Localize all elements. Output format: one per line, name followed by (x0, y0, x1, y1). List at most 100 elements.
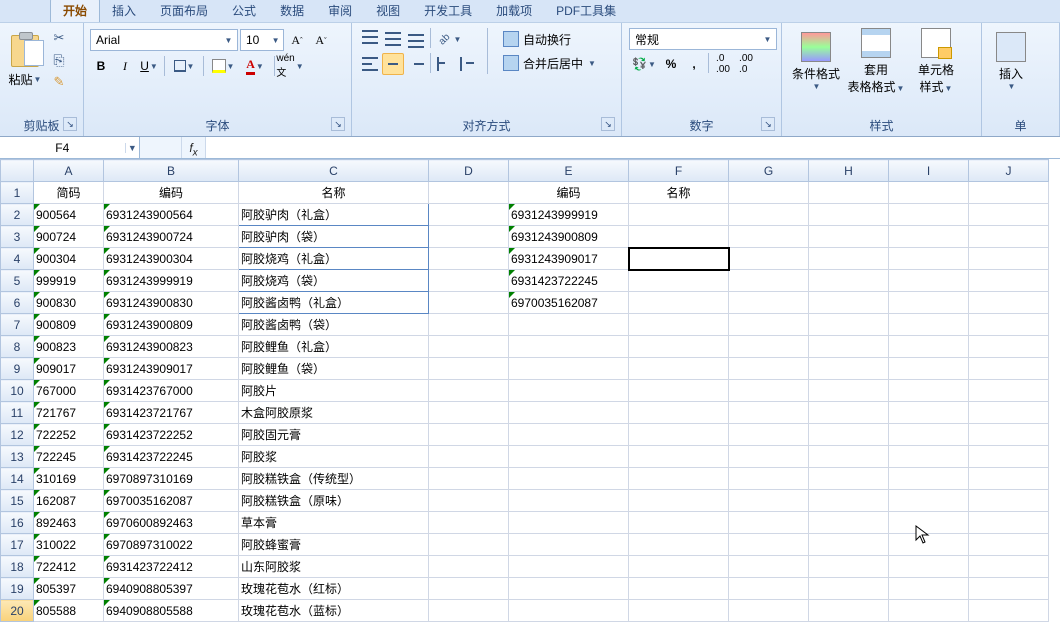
borders-button[interactable]: ▼ (169, 55, 199, 77)
cell-J11[interactable] (969, 402, 1049, 424)
formula-input[interactable] (206, 137, 1060, 158)
cell-G4[interactable] (729, 248, 809, 270)
cell-J19[interactable] (969, 578, 1049, 600)
row-header-2[interactable]: 2 (1, 204, 34, 226)
tab-addins[interactable]: 加载项 (484, 0, 544, 22)
align-left-button[interactable] (359, 53, 381, 75)
cell-E5[interactable]: 6931423722245 (509, 270, 629, 292)
chevron-down-icon[interactable]: ▼ (223, 36, 234, 45)
cell-D8[interactable] (429, 336, 509, 358)
cell-B14[interactable]: 6970897310169 (104, 468, 239, 490)
cell-E17[interactable] (509, 534, 629, 556)
cell-A2[interactable]: 900564 (34, 204, 104, 226)
row-header-6[interactable]: 6 (1, 292, 34, 314)
wrap-text-button[interactable]: 自动换行 (496, 28, 603, 50)
cell-E20[interactable] (509, 600, 629, 622)
cell-C15[interactable]: 阿胶糕铁盒（原味） (239, 490, 429, 512)
cell-I12[interactable] (889, 424, 969, 446)
cell-C1[interactable]: 名称 (239, 182, 429, 204)
cell-F20[interactable] (629, 600, 729, 622)
tab-insert[interactable]: 插入 (100, 0, 148, 22)
cell-G14[interactable] (729, 468, 809, 490)
row-header-10[interactable]: 10 (1, 380, 34, 402)
cell-H5[interactable] (809, 270, 889, 292)
increase-decimal-button[interactable]: .0.00 (712, 53, 734, 75)
cell-I20[interactable] (889, 600, 969, 622)
cell-E16[interactable] (509, 512, 629, 534)
cell-C2[interactable]: 阿胶驴肉（礼盒） (239, 204, 429, 226)
col-header-A[interactable]: A (34, 160, 104, 182)
row-header-17[interactable]: 17 (1, 534, 34, 556)
cell-A12[interactable]: 722252 (34, 424, 104, 446)
row-header-11[interactable]: 11 (1, 402, 34, 424)
cell-A1[interactable]: 简码 (34, 182, 104, 204)
cell-C11[interactable]: 木盒阿胶原浆 (239, 402, 429, 424)
format-as-table-button[interactable]: 套用 表格格式▼ (846, 25, 906, 97)
spreadsheet-grid[interactable]: ABCDEFGHIJ1简码编码名称编码名称2900564693124390056… (0, 159, 1049, 622)
copy-button[interactable] (48, 50, 70, 70)
cell-F12[interactable] (629, 424, 729, 446)
font-color-button[interactable]: A▼ (240, 55, 270, 77)
cell-D6[interactable] (429, 292, 509, 314)
col-header-B[interactable]: B (104, 160, 239, 182)
cell-A6[interactable]: 900830 (34, 292, 104, 314)
cell-C3[interactable]: 阿胶驴肉（袋） (239, 226, 429, 248)
clipboard-launcher[interactable]: ↘ (63, 117, 77, 131)
cell-D17[interactable] (429, 534, 509, 556)
col-header-G[interactable]: G (729, 160, 809, 182)
cell-C8[interactable]: 阿胶鲤鱼（礼盒） (239, 336, 429, 358)
percent-button[interactable]: % (660, 53, 682, 75)
cell-D2[interactable] (429, 204, 509, 226)
cell-G5[interactable] (729, 270, 809, 292)
cell-B18[interactable]: 6931423722412 (104, 556, 239, 578)
cell-A19[interactable]: 805397 (34, 578, 104, 600)
cell-A9[interactable]: 909017 (34, 358, 104, 380)
col-header-J[interactable]: J (969, 160, 1049, 182)
cell-H7[interactable] (809, 314, 889, 336)
insert-cells-button[interactable]: 插入▼ (986, 25, 1036, 97)
underline-button[interactable]: U▼ (138, 55, 160, 77)
row-header-7[interactable]: 7 (1, 314, 34, 336)
cell-H11[interactable] (809, 402, 889, 424)
cell-A11[interactable]: 721767 (34, 402, 104, 424)
align-bottom-button[interactable] (405, 28, 427, 50)
merge-center-button[interactable]: 合并后居中▼ (496, 52, 603, 74)
cell-H10[interactable] (809, 380, 889, 402)
cell-H16[interactable] (809, 512, 889, 534)
cell-I13[interactable] (889, 446, 969, 468)
row-header-9[interactable]: 9 (1, 358, 34, 380)
cell-B20[interactable]: 6940908805588 (104, 600, 239, 622)
cell-E9[interactable] (509, 358, 629, 380)
cell-D12[interactable] (429, 424, 509, 446)
cell-E15[interactable] (509, 490, 629, 512)
cell-B4[interactable]: 6931243900304 (104, 248, 239, 270)
cell-A15[interactable]: 162087 (34, 490, 104, 512)
cell-G11[interactable] (729, 402, 809, 424)
tab-formulas[interactable]: 公式 (220, 0, 268, 22)
cell-B5[interactable]: 6931243999919 (104, 270, 239, 292)
cell-I14[interactable] (889, 468, 969, 490)
col-header-D[interactable]: D (429, 160, 509, 182)
cell-B6[interactable]: 6931243900830 (104, 292, 239, 314)
align-top-button[interactable] (359, 28, 381, 50)
cell-I1[interactable] (889, 182, 969, 204)
cell-F8[interactable] (629, 336, 729, 358)
row-header-13[interactable]: 13 (1, 446, 34, 468)
name-box[interactable]: ▼ (0, 137, 140, 158)
cell-C4[interactable]: 阿胶烧鸡（礼盒） (239, 248, 429, 270)
cell-I2[interactable] (889, 204, 969, 226)
cell-F6[interactable] (629, 292, 729, 314)
row-header-14[interactable]: 14 (1, 468, 34, 490)
cell-B16[interactable]: 6970600892463 (104, 512, 239, 534)
cell-C20[interactable]: 玫瑰花苞水（蓝标） (239, 600, 429, 622)
row-header-3[interactable]: 3 (1, 226, 34, 248)
cell-I7[interactable] (889, 314, 969, 336)
cell-B11[interactable]: 6931423721767 (104, 402, 239, 424)
cell-A16[interactable]: 892463 (34, 512, 104, 534)
cell-A7[interactable]: 900809 (34, 314, 104, 336)
cell-C14[interactable]: 阿胶糕铁盒（传统型） (239, 468, 429, 490)
cell-J12[interactable] (969, 424, 1049, 446)
cell-G9[interactable] (729, 358, 809, 380)
bold-button[interactable]: B (90, 55, 112, 77)
cell-H17[interactable] (809, 534, 889, 556)
